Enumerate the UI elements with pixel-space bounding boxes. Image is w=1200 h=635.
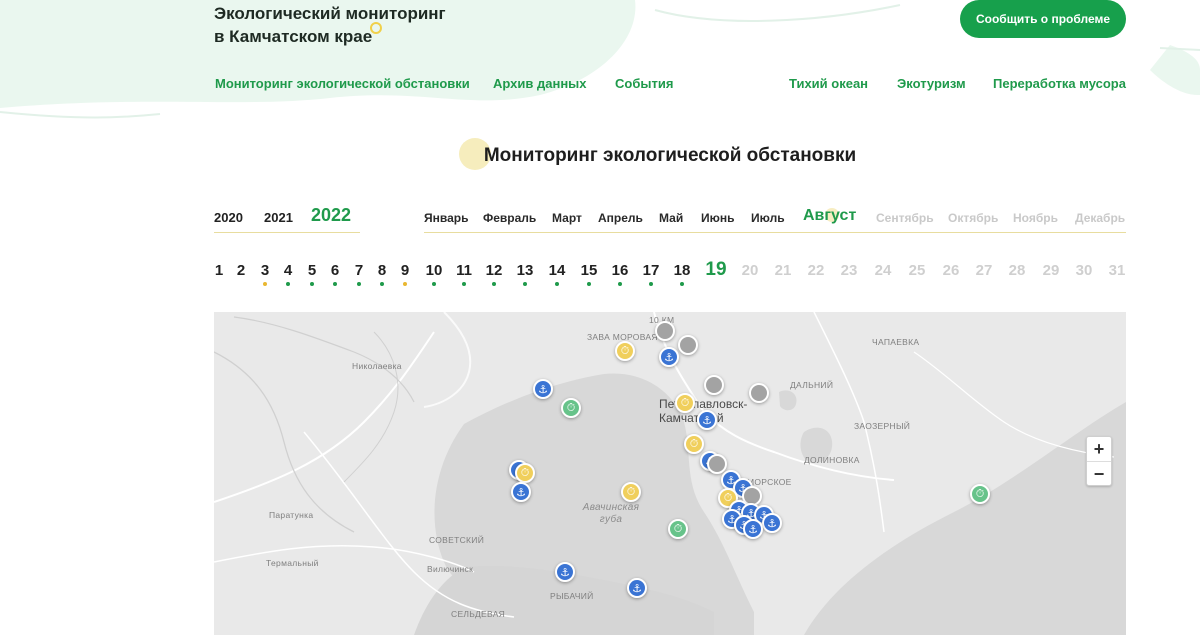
map-label-seldevaya: СЕЛЬДЕВАЯ <box>451 609 506 619</box>
month-november: Ноябрь <box>1013 211 1058 225</box>
day-19[interactable]: 19 <box>704 259 728 281</box>
day-31: 31 <box>1108 262 1126 279</box>
day-11[interactable]: 11 <box>452 262 476 286</box>
day-1[interactable]: 1 <box>207 262 231 279</box>
month-may[interactable]: Май <box>659 211 683 225</box>
day-18[interactable]: 18 <box>670 262 694 286</box>
event-marker-gray[interactable] <box>749 383 769 403</box>
month-october: Октябрь <box>948 211 999 225</box>
event-marker-anchor-icon[interactable]: ⚓ <box>762 513 782 533</box>
month-july[interactable]: Июль <box>751 211 785 225</box>
event-marker-anchor-icon[interactable]: ⚓ <box>659 347 679 367</box>
day-29: 29 <box>1042 262 1060 279</box>
day-28: 28 <box>1008 262 1026 279</box>
map-label-sovetsky: СОВЕТСКИЙ <box>429 535 485 545</box>
event-marker-anchor-icon[interactable]: ⚓ <box>627 578 647 598</box>
day-14[interactable]: 14 <box>545 262 569 286</box>
day-9[interactable]: 9 <box>393 262 417 286</box>
month-february[interactable]: Февраль <box>483 211 536 225</box>
day-30: 30 <box>1075 262 1093 279</box>
nav-ecotourism[interactable]: Экотуризм <box>897 76 966 91</box>
day-selector: 1 2 3 4 5 6 7 8 9 10 11 12 13 14 15 16 1… <box>0 259 1200 292</box>
day-26: 26 <box>942 262 960 279</box>
day-23: 23 <box>840 262 858 279</box>
day-17[interactable]: 17 <box>639 262 663 286</box>
day-13[interactable]: 13 <box>513 262 537 286</box>
day-6[interactable]: 6 <box>323 262 347 286</box>
day-12[interactable]: 12 <box>482 262 506 286</box>
day-5[interactable]: 5 <box>300 262 324 286</box>
map-label-dolinovka: ДОЛИНОВКА <box>804 455 860 465</box>
event-marker-anchor-icon[interactable]: ⚓ <box>697 410 717 430</box>
logo-dot-icon <box>370 22 383 34</box>
month-august[interactable]: Август <box>803 207 856 225</box>
event-marker-gray[interactable] <box>704 375 724 395</box>
page-title: Мониторинг экологической обстановки <box>483 145 857 166</box>
event-marker-clock-icon[interactable]: ⏱ <box>621 482 641 502</box>
month-december: Декабрь <box>1075 211 1126 225</box>
month-selector: Январь Февраль Март Апрель Май Июнь Июль… <box>424 204 1126 233</box>
nav-waste-recycling[interactable]: Переработка мусора <box>993 76 1126 91</box>
event-marker-clock-icon[interactable]: ⏱ <box>675 393 695 413</box>
day-8[interactable]: 8 <box>370 262 394 286</box>
year-2021[interactable]: 2021 <box>264 210 293 225</box>
event-marker-anchor-icon[interactable]: ⚓ <box>511 482 531 502</box>
day-4[interactable]: 4 <box>276 262 300 286</box>
nav-archive[interactable]: Архив данных <box>493 76 587 91</box>
month-january[interactable]: Январь <box>424 211 468 225</box>
nav-monitoring[interactable]: Мониторинг экологической обстановки <box>215 76 470 91</box>
logo-line-1: Экологический мониторинг <box>214 4 446 23</box>
site-logo[interactable]: Экологический мониторинг в Камчатском кр… <box>214 2 446 48</box>
day-7[interactable]: 7 <box>347 262 371 286</box>
monitoring-map[interactable]: Петропавловск-Камчатский Авачинская губа… <box>214 312 1126 635</box>
event-marker-clock-icon[interactable]: ⏱ <box>615 341 635 361</box>
map-label-vilyuchinsk: Вилючинск <box>427 564 474 574</box>
event-marker-clock-icon[interactable]: ⏱ <box>561 398 581 418</box>
event-marker-anchor-icon[interactable]: ⚓ <box>555 562 575 582</box>
event-marker-anchor-icon[interactable]: ⚓ <box>743 519 763 539</box>
logo-line-2: в Камчатском крае <box>214 22 446 48</box>
map-label-avacha-bay: Авачинская губа <box>582 502 640 525</box>
day-21: 21 <box>774 262 792 279</box>
map-label-zaozerny: ЗАОЗЕРНЫЙ <box>854 421 911 431</box>
year-2022[interactable]: 2022 <box>311 205 351 226</box>
event-marker-anchor-icon[interactable]: ⚓ <box>533 379 553 399</box>
day-27: 27 <box>975 262 993 279</box>
event-marker-clock-icon[interactable]: ⏱ <box>668 519 688 539</box>
month-march[interactable]: Март <box>552 211 582 225</box>
map-label-paratunka: Паратунка <box>269 510 314 520</box>
day-2[interactable]: 2 <box>229 262 253 279</box>
map-label-dalny: ДАЛЬНИЙ <box>790 380 834 390</box>
month-september: Сентябрь <box>876 211 934 225</box>
year-selector: 2020 2021 2022 <box>214 204 360 233</box>
month-june[interactable]: Июнь <box>701 211 735 225</box>
event-marker-clock-icon[interactable]: ⏱ <box>684 434 704 454</box>
event-marker-clock-icon[interactable]: ⏱ <box>970 484 990 504</box>
map-label-rybachy: РЫБАЧИЙ <box>550 591 594 601</box>
day-10[interactable]: 10 <box>422 262 446 286</box>
year-2020[interactable]: 2020 <box>214 210 243 225</box>
map-zoom-control: + − <box>1086 436 1112 486</box>
month-april[interactable]: Апрель <box>598 211 643 225</box>
day-16[interactable]: 16 <box>608 262 632 286</box>
day-24: 24 <box>874 262 892 279</box>
event-marker-gray[interactable] <box>655 321 675 341</box>
map-label-termalny: Термальный <box>266 558 319 568</box>
event-marker-clock-icon[interactable]: ⏱ <box>515 463 535 483</box>
zoom-out-button[interactable]: − <box>1087 462 1111 486</box>
day-25: 25 <box>908 262 926 279</box>
nav-pacific-ocean[interactable]: Тихий океан <box>789 76 868 91</box>
map-label-chapaevka: ЧАПАЕВКА <box>872 337 920 347</box>
day-20: 20 <box>741 262 759 279</box>
map-label-nikolaevka: Николаевка <box>352 361 402 371</box>
event-marker-gray[interactable] <box>678 335 698 355</box>
day-3[interactable]: 3 <box>253 262 277 286</box>
report-problem-button[interactable]: Сообщить о проблеме <box>960 0 1126 38</box>
nav-events[interactable]: События <box>615 76 673 91</box>
zoom-in-button[interactable]: + <box>1087 437 1111 462</box>
day-22: 22 <box>807 262 825 279</box>
day-15[interactable]: 15 <box>577 262 601 286</box>
